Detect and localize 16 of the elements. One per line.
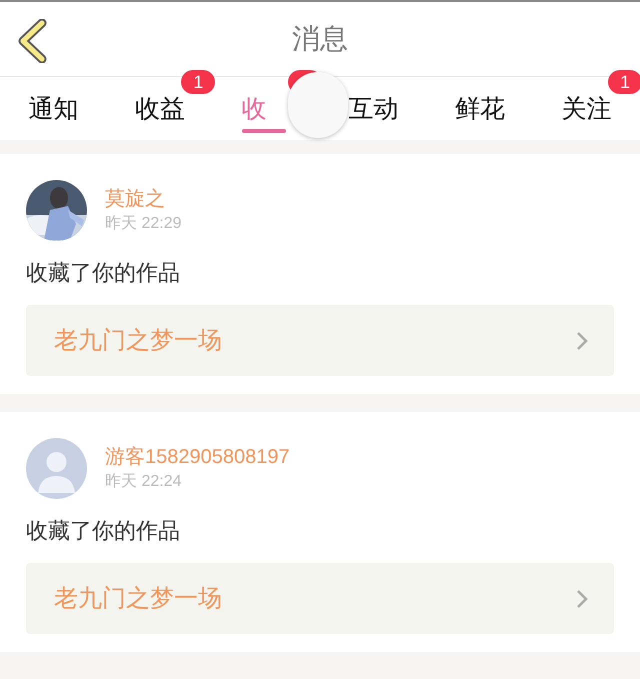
back-icon[interactable] — [17, 19, 47, 63]
chevron-right-icon — [576, 330, 588, 350]
tab[interactable]: 鲜花 — [455, 94, 506, 122]
tab[interactable]: 互动 — [348, 94, 398, 122]
chevron-right-icon — [576, 588, 588, 608]
tab[interactable]: 收益 — [135, 94, 185, 122]
badge: 1 — [608, 70, 640, 94]
timestamp: 昨天 22:24 — [105, 472, 182, 492]
message-text: 收藏了你的作品 — [26, 259, 181, 287]
timestamp: 昨天 22:29 — [105, 214, 182, 234]
avatar-icon — [26, 438, 87, 499]
tab[interactable]: 关注 — [562, 94, 612, 122]
message-text: 收藏了你的作品 — [26, 517, 181, 545]
page-title: 消息 — [292, 22, 348, 56]
badge: 1 — [181, 70, 216, 94]
tab[interactable]: 通知 — [28, 94, 78, 122]
